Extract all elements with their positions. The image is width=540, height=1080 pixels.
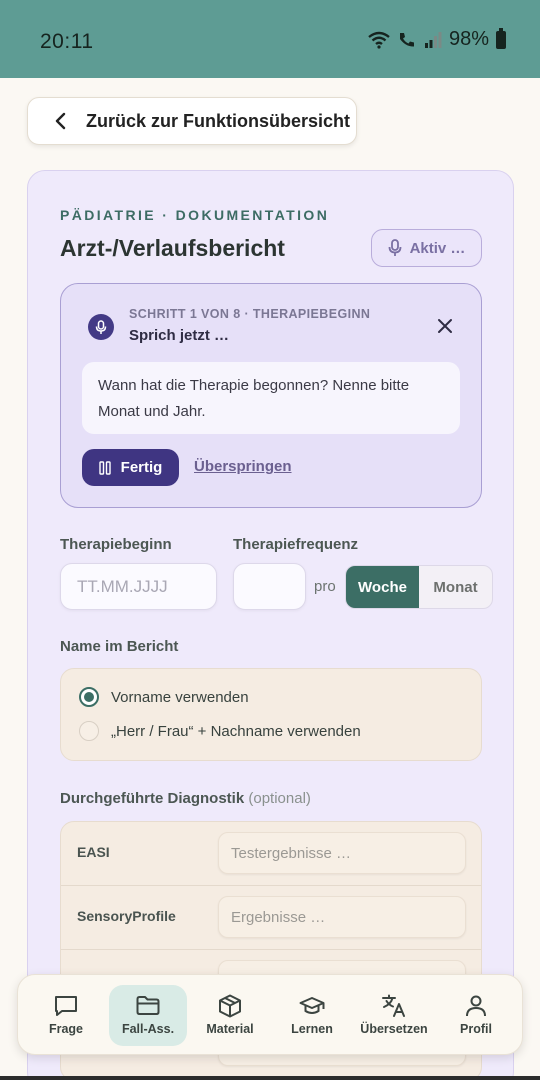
back-to-overview-button[interactable]: Zurück zur Funktionsübersicht: [27, 97, 357, 145]
person-icon: [466, 995, 486, 1017]
nav-label: Profil: [460, 1022, 492, 1036]
nav-item-lernen[interactable]: Lernen: [273, 985, 351, 1046]
diagnostic-result-input[interactable]: Testergebnisse …: [218, 832, 466, 874]
cube-icon: [219, 994, 241, 1018]
battery-icon: [496, 27, 506, 49]
chevron-left-icon: [55, 112, 66, 130]
step-title: Sprich jetzt …: [129, 327, 230, 344]
period-segmented-control: Woche Monat: [345, 565, 493, 609]
bottom-navigation: Frage Fall-Ass. Material Lernen Übersetz…: [17, 974, 523, 1055]
diagnostic-result-placeholder: Ergebnisse …: [231, 908, 326, 926]
microphone-icon: [388, 239, 401, 256]
nav-label: Material: [206, 1022, 254, 1036]
start-date-placeholder: TT.MM.JJJJ: [77, 576, 168, 596]
diagnostic-name: EASI: [77, 844, 110, 860]
diagnostic-name: SensoryProfile: [77, 908, 176, 924]
diagnostics-label-text: Durchgeführte Diagnostik: [60, 790, 245, 807]
start-date-input[interactable]: TT.MM.JJJJ: [60, 563, 217, 610]
start-date-label: Therapiebeginn: [60, 536, 172, 553]
nav-item-frage[interactable]: Frage: [27, 985, 105, 1046]
voice-mode-toggle[interactable]: Aktiv …: [371, 229, 482, 267]
folder-icon: [136, 996, 160, 1015]
back-button-label: Zurück zur Funktionsübersicht: [86, 110, 351, 131]
name-in-report-label: Name im Bericht: [60, 638, 179, 655]
radio-unselected[interactable]: [79, 721, 99, 741]
name-option-label: Vorname verwenden: [111, 688, 249, 706]
done-button[interactable]: Fertig: [82, 449, 179, 486]
done-button-label: Fertig: [120, 459, 163, 476]
diagnostic-result-input[interactable]: Ergebnisse …: [218, 896, 466, 938]
card-overline: PÄDIATRIE · DOKUMENTATION: [60, 207, 330, 223]
report-card: PÄDIATRIE · DOKUMENTATION Arzt-/Verlaufs…: [27, 170, 514, 1080]
home-indicator: [0, 1076, 540, 1080]
translate-icon: [382, 994, 405, 1017]
graduation-cap-icon: [299, 997, 325, 1014]
step-prompt: Wann hat die Therapie begonnen? Nenne bi…: [82, 362, 460, 434]
nav-item-profil[interactable]: Profil: [437, 985, 515, 1046]
voice-mode-label: Aktiv …: [409, 239, 466, 257]
chat-bubble-icon: [55, 996, 77, 1016]
status-bar: 20:11 98%: [0, 0, 540, 78]
pause-icon: [98, 460, 111, 475]
period-option-month[interactable]: Monat: [419, 566, 492, 608]
close-icon[interactable]: [436, 317, 454, 335]
diagnostics-label: Durchgeführte Diagnostik (optional): [60, 790, 311, 807]
status-time: 20:11: [40, 30, 94, 53]
nav-item-uebersetzen[interactable]: Übersetzen: [355, 985, 433, 1046]
name-options-group: Vorname verwenden „Herr / Frau“ + Nachna…: [60, 668, 482, 761]
page-title: Arzt-/Verlaufsbericht: [60, 235, 285, 261]
table-row: SensoryProfile Ergebnisse …: [61, 886, 481, 950]
table-row: EASI Testergebnisse …: [61, 822, 481, 886]
status-icons: 98%: [368, 27, 506, 51]
battery-percent: 98%: [448, 28, 489, 50]
skip-link[interactable]: Überspringen: [194, 458, 292, 475]
nav-item-fall-ass[interactable]: Fall-Ass.: [109, 985, 187, 1046]
nav-label: Fall-Ass.: [121, 1022, 175, 1036]
call-icon: [399, 32, 414, 47]
per-label: pro: [314, 578, 336, 595]
diagnostics-optional-text: (optional): [248, 790, 311, 807]
voice-step-panel: SCHRITT 1 VON 8 · THERAPIEBEGINN Sprich …: [60, 283, 482, 508]
frequency-label: Therapiefrequenz: [233, 536, 359, 553]
nav-label: Lernen: [291, 1022, 333, 1036]
frequency-input[interactable]: [233, 563, 306, 610]
step-overline: SCHRITT 1 VON 8 · THERAPIEBEGINN: [129, 307, 371, 321]
name-option-label: „Herr / Frau“ + Nachname verwenden: [111, 722, 361, 740]
radio-selected[interactable]: [79, 687, 99, 707]
period-option-week[interactable]: Woche: [346, 566, 419, 608]
signal-icon: [424, 31, 442, 48]
wifi-icon: [368, 31, 390, 49]
nav-item-material[interactable]: Material: [191, 985, 269, 1046]
nav-label: Übersetzen: [360, 1022, 428, 1036]
name-option-last-name[interactable]: „Herr / Frau“ + Nachname verwenden: [79, 721, 361, 741]
nav-label: Frage: [48, 1022, 84, 1036]
microphone-icon: [88, 314, 114, 340]
name-option-first-name[interactable]: Vorname verwenden: [79, 687, 249, 707]
diagnostic-result-placeholder: Testergebnisse …: [231, 844, 352, 862]
